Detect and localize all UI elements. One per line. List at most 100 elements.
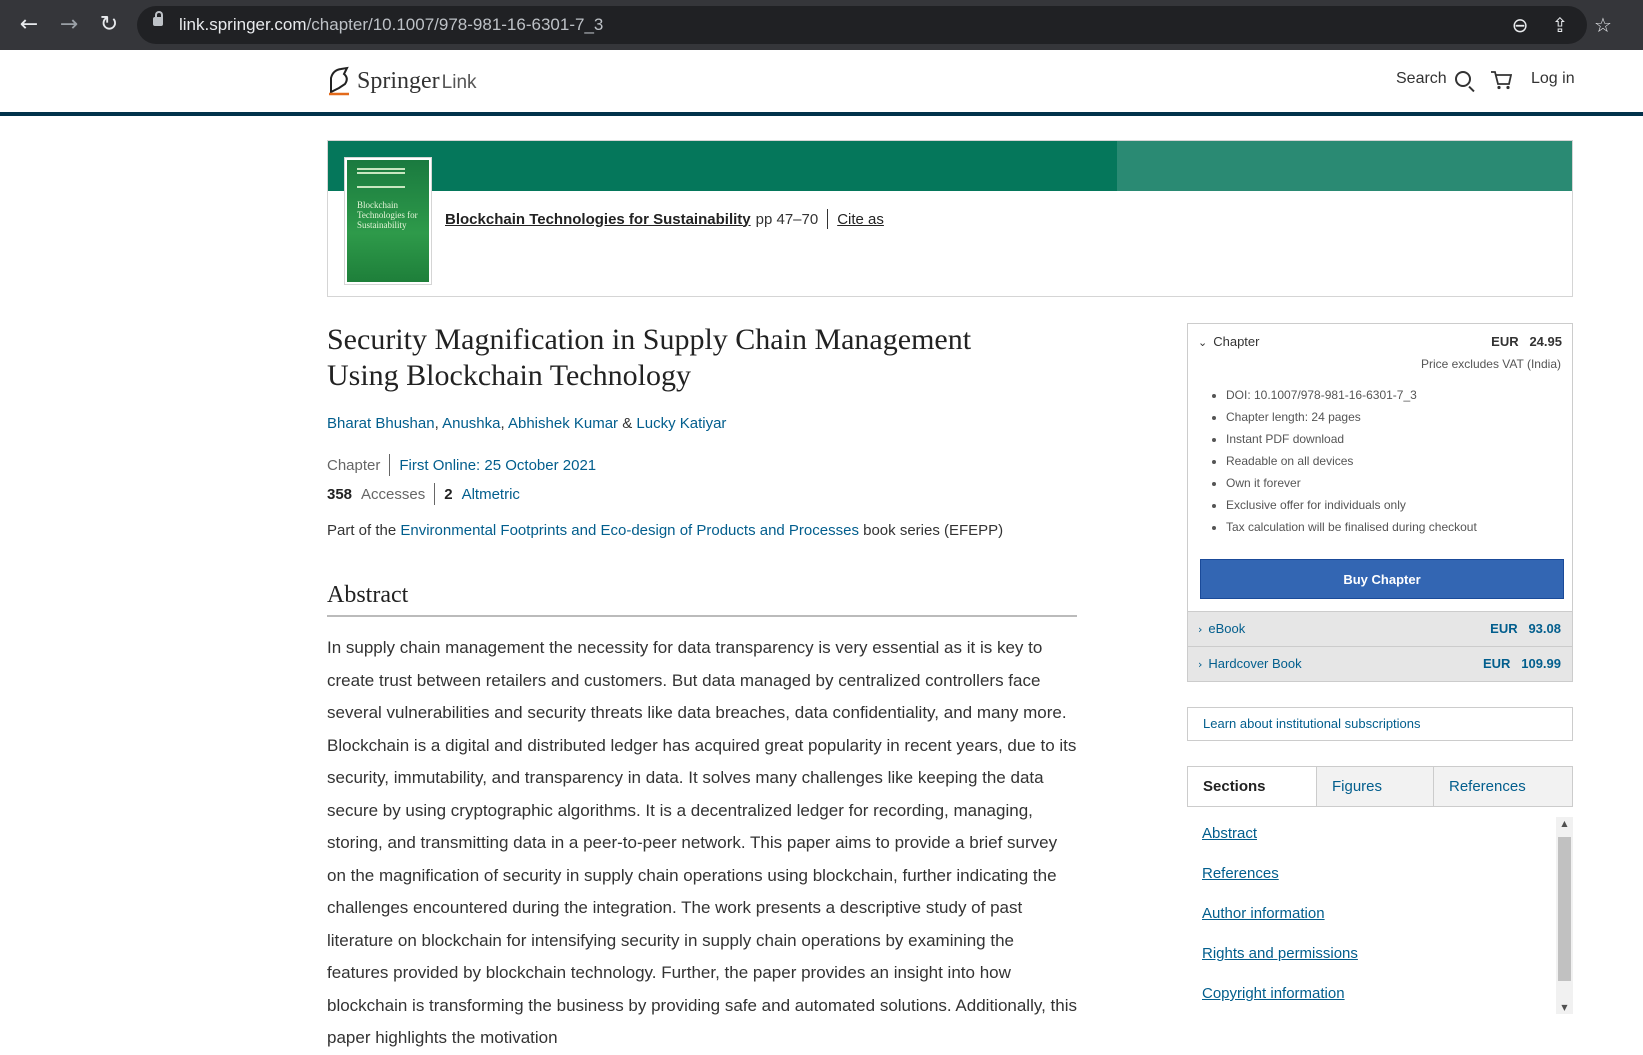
feature-item: Instant PDF download: [1226, 428, 1477, 450]
chevron-right-icon: ›: [1198, 623, 1203, 636]
scroll-up-icon[interactable]: ▲: [1556, 819, 1573, 828]
browser-toolbar: ← → ↻ link.springer.com/chapter/10.1007/…: [0, 0, 1643, 50]
scroll-down-icon[interactable]: ▼: [1556, 1003, 1573, 1012]
price-value: 109.99: [1521, 656, 1561, 671]
url-path: /chapter/10.1007/978-981-16-6301-7_3: [306, 15, 604, 34]
section-list-scrollbar[interactable]: ▲ ▼: [1556, 817, 1573, 1014]
chapter-label: Chapter: [1213, 334, 1260, 349]
chevron-down-icon: ⌄: [1198, 336, 1208, 349]
lock-icon[interactable]: [153, 11, 163, 26]
book-banner: Blockchain Technologies for Sustainabili…: [327, 140, 1573, 297]
currency: EUR: [1491, 334, 1519, 349]
author-link[interactable]: Abhishek Kumar: [508, 415, 618, 432]
section-link-copyright[interactable]: Copyright information: [1202, 985, 1345, 1002]
book-series: Part of the Environmental Footprints and…: [327, 522, 1003, 539]
site-header: Springer Link Search Log in: [0, 50, 1643, 116]
buy-chapter-button[interactable]: Buy Chapter: [1200, 559, 1564, 599]
divider: [827, 209, 829, 229]
abstract-heading: Abstract: [327, 582, 1077, 617]
sidebar-tabs: Sections Figures References: [1187, 766, 1573, 807]
zoom-icon[interactable]: ⊖: [1503, 8, 1537, 42]
vat-note: Price excludes VAT (India): [1420, 357, 1561, 371]
section-link-abstract[interactable]: Abstract: [1202, 825, 1257, 842]
chevron-right-icon: ›: [1198, 658, 1203, 671]
section-link-references[interactable]: References: [1202, 865, 1279, 882]
accesses-label: Accesses: [361, 485, 426, 503]
springer-link-logo[interactable]: Springer Link: [327, 64, 477, 98]
hardcover-option[interactable]: › Hardcover Book EUR 109.99: [1188, 646, 1572, 681]
tab-references[interactable]: References: [1433, 767, 1572, 806]
option-label: Hardcover Book: [1208, 656, 1302, 671]
url-text[interactable]: link.springer.com/chapter/10.1007/978-98…: [179, 6, 603, 44]
book-title-link[interactable]: Blockchain Technologies for Sustainabili…: [445, 211, 751, 228]
feature-item: Own it forever: [1226, 472, 1477, 494]
logo-wordmark: Springer Link: [357, 68, 477, 95]
reload-icon[interactable]: ↻: [92, 8, 126, 42]
chapter-price: EUR 24.95: [1491, 334, 1562, 349]
price-value: 93.08: [1528, 621, 1561, 636]
tab-figures[interactable]: Figures: [1316, 767, 1433, 806]
series-suffix: book series (EFEPP): [858, 522, 1004, 539]
accesses-count: 358: [327, 485, 353, 503]
institutional-subscriptions-link[interactable]: Learn about institutional subscriptions: [1187, 707, 1573, 741]
section-list: Abstract References Author information R…: [1187, 815, 1573, 1015]
author-link[interactable]: Anushka: [442, 415, 500, 432]
book-reference: Blockchain Technologies for Sustainabili…: [445, 209, 884, 229]
divider: [434, 483, 436, 505]
star-icon[interactable]: ☆: [1586, 8, 1620, 42]
feature-item: Readable on all devices: [1226, 450, 1477, 472]
book-cover-image[interactable]: Blockchain Technologies for Sustainabili…: [345, 158, 431, 284]
address-bar[interactable]: link.springer.com/chapter/10.1007/978-98…: [137, 6, 1587, 44]
currency: EUR: [1490, 621, 1518, 636]
feature-item: Tax calculation will be finalised during…: [1226, 516, 1477, 538]
article-metrics: 358 Accesses 2 Altmetric: [327, 483, 520, 505]
logo-springer: Springer: [357, 67, 440, 94]
tab-sections[interactable]: Sections: [1188, 767, 1316, 806]
back-icon[interactable]: ←: [12, 8, 46, 42]
logo-link: Link: [441, 71, 477, 93]
feature-item: Exclusive offer for individuals only: [1226, 494, 1477, 516]
altmetric-link[interactable]: Altmetric: [462, 486, 520, 503]
page-range: pp 47–70: [755, 210, 819, 228]
search-label: Search: [1396, 70, 1447, 87]
author-separator: ,: [500, 415, 508, 432]
feature-item: DOI: 10.1007/978-981-16-6301-7_3: [1226, 384, 1477, 406]
series-prefix: Part of the: [327, 522, 401, 539]
chapter-features: DOI: 10.1007/978-981-16-6301-7_3 Chapter…: [1204, 384, 1477, 538]
content-type: Chapter: [327, 456, 381, 474]
option-label: eBook: [1208, 621, 1246, 636]
author-separator: ,: [434, 415, 443, 432]
publication-meta: Chapter First Online: 25 October 2021: [327, 454, 596, 476]
chapter-price-toggle[interactable]: ⌄ Chapter EUR 24.95: [1198, 334, 1562, 349]
author-list: Bharat Bhushan, Anushka, Abhishek Kumar …: [327, 415, 726, 432]
springer-horse-icon: [329, 66, 349, 96]
author-link[interactable]: Lucky Katiyar: [636, 415, 726, 432]
section-link-rights[interactable]: Rights and permissions: [1202, 945, 1358, 962]
banner-stripe-accent: [1117, 141, 1572, 191]
forward-icon[interactable]: →: [52, 8, 86, 42]
divider: [389, 454, 391, 476]
section-link-author-information[interactable]: Author information: [1202, 905, 1325, 922]
cover-decoration: [357, 168, 405, 170]
currency: EUR: [1482, 656, 1511, 671]
author-separator: &: [618, 415, 637, 432]
abstract-text: In supply chain management the necessity…: [327, 638, 1078, 1047]
author-link[interactable]: Bharat Bhushan: [327, 415, 435, 432]
header-search-button[interactable]: Search: [1396, 70, 1471, 88]
search-icon: [1454, 71, 1471, 87]
ebook-option[interactable]: › eBook EUR 93.08: [1188, 611, 1572, 646]
altmetric-count: 2: [444, 485, 453, 503]
price-value: 24.95: [1529, 334, 1562, 349]
cite-as-link[interactable]: Cite as: [837, 211, 884, 228]
share-icon[interactable]: ⇪: [1543, 8, 1577, 42]
purchase-box: ⌄ Chapter EUR 24.95 Price excludes VAT (I…: [1187, 323, 1573, 682]
url-host: link.springer.com: [179, 15, 307, 34]
cart-icon[interactable]: [1490, 70, 1512, 90]
article-title: Security Magnification in Supply Chain M…: [327, 323, 972, 392]
feature-item: Chapter length: 24 pages: [1226, 406, 1477, 428]
cover-title: Blockchain Technologies for Sustainabili…: [357, 200, 418, 230]
scrollbar-thumb[interactable]: [1558, 837, 1571, 981]
login-link[interactable]: Log in: [1531, 70, 1575, 88]
first-online-link[interactable]: First Online: 25 October 2021: [399, 457, 596, 474]
series-link[interactable]: Environmental Footprints and Eco-design …: [400, 522, 859, 539]
